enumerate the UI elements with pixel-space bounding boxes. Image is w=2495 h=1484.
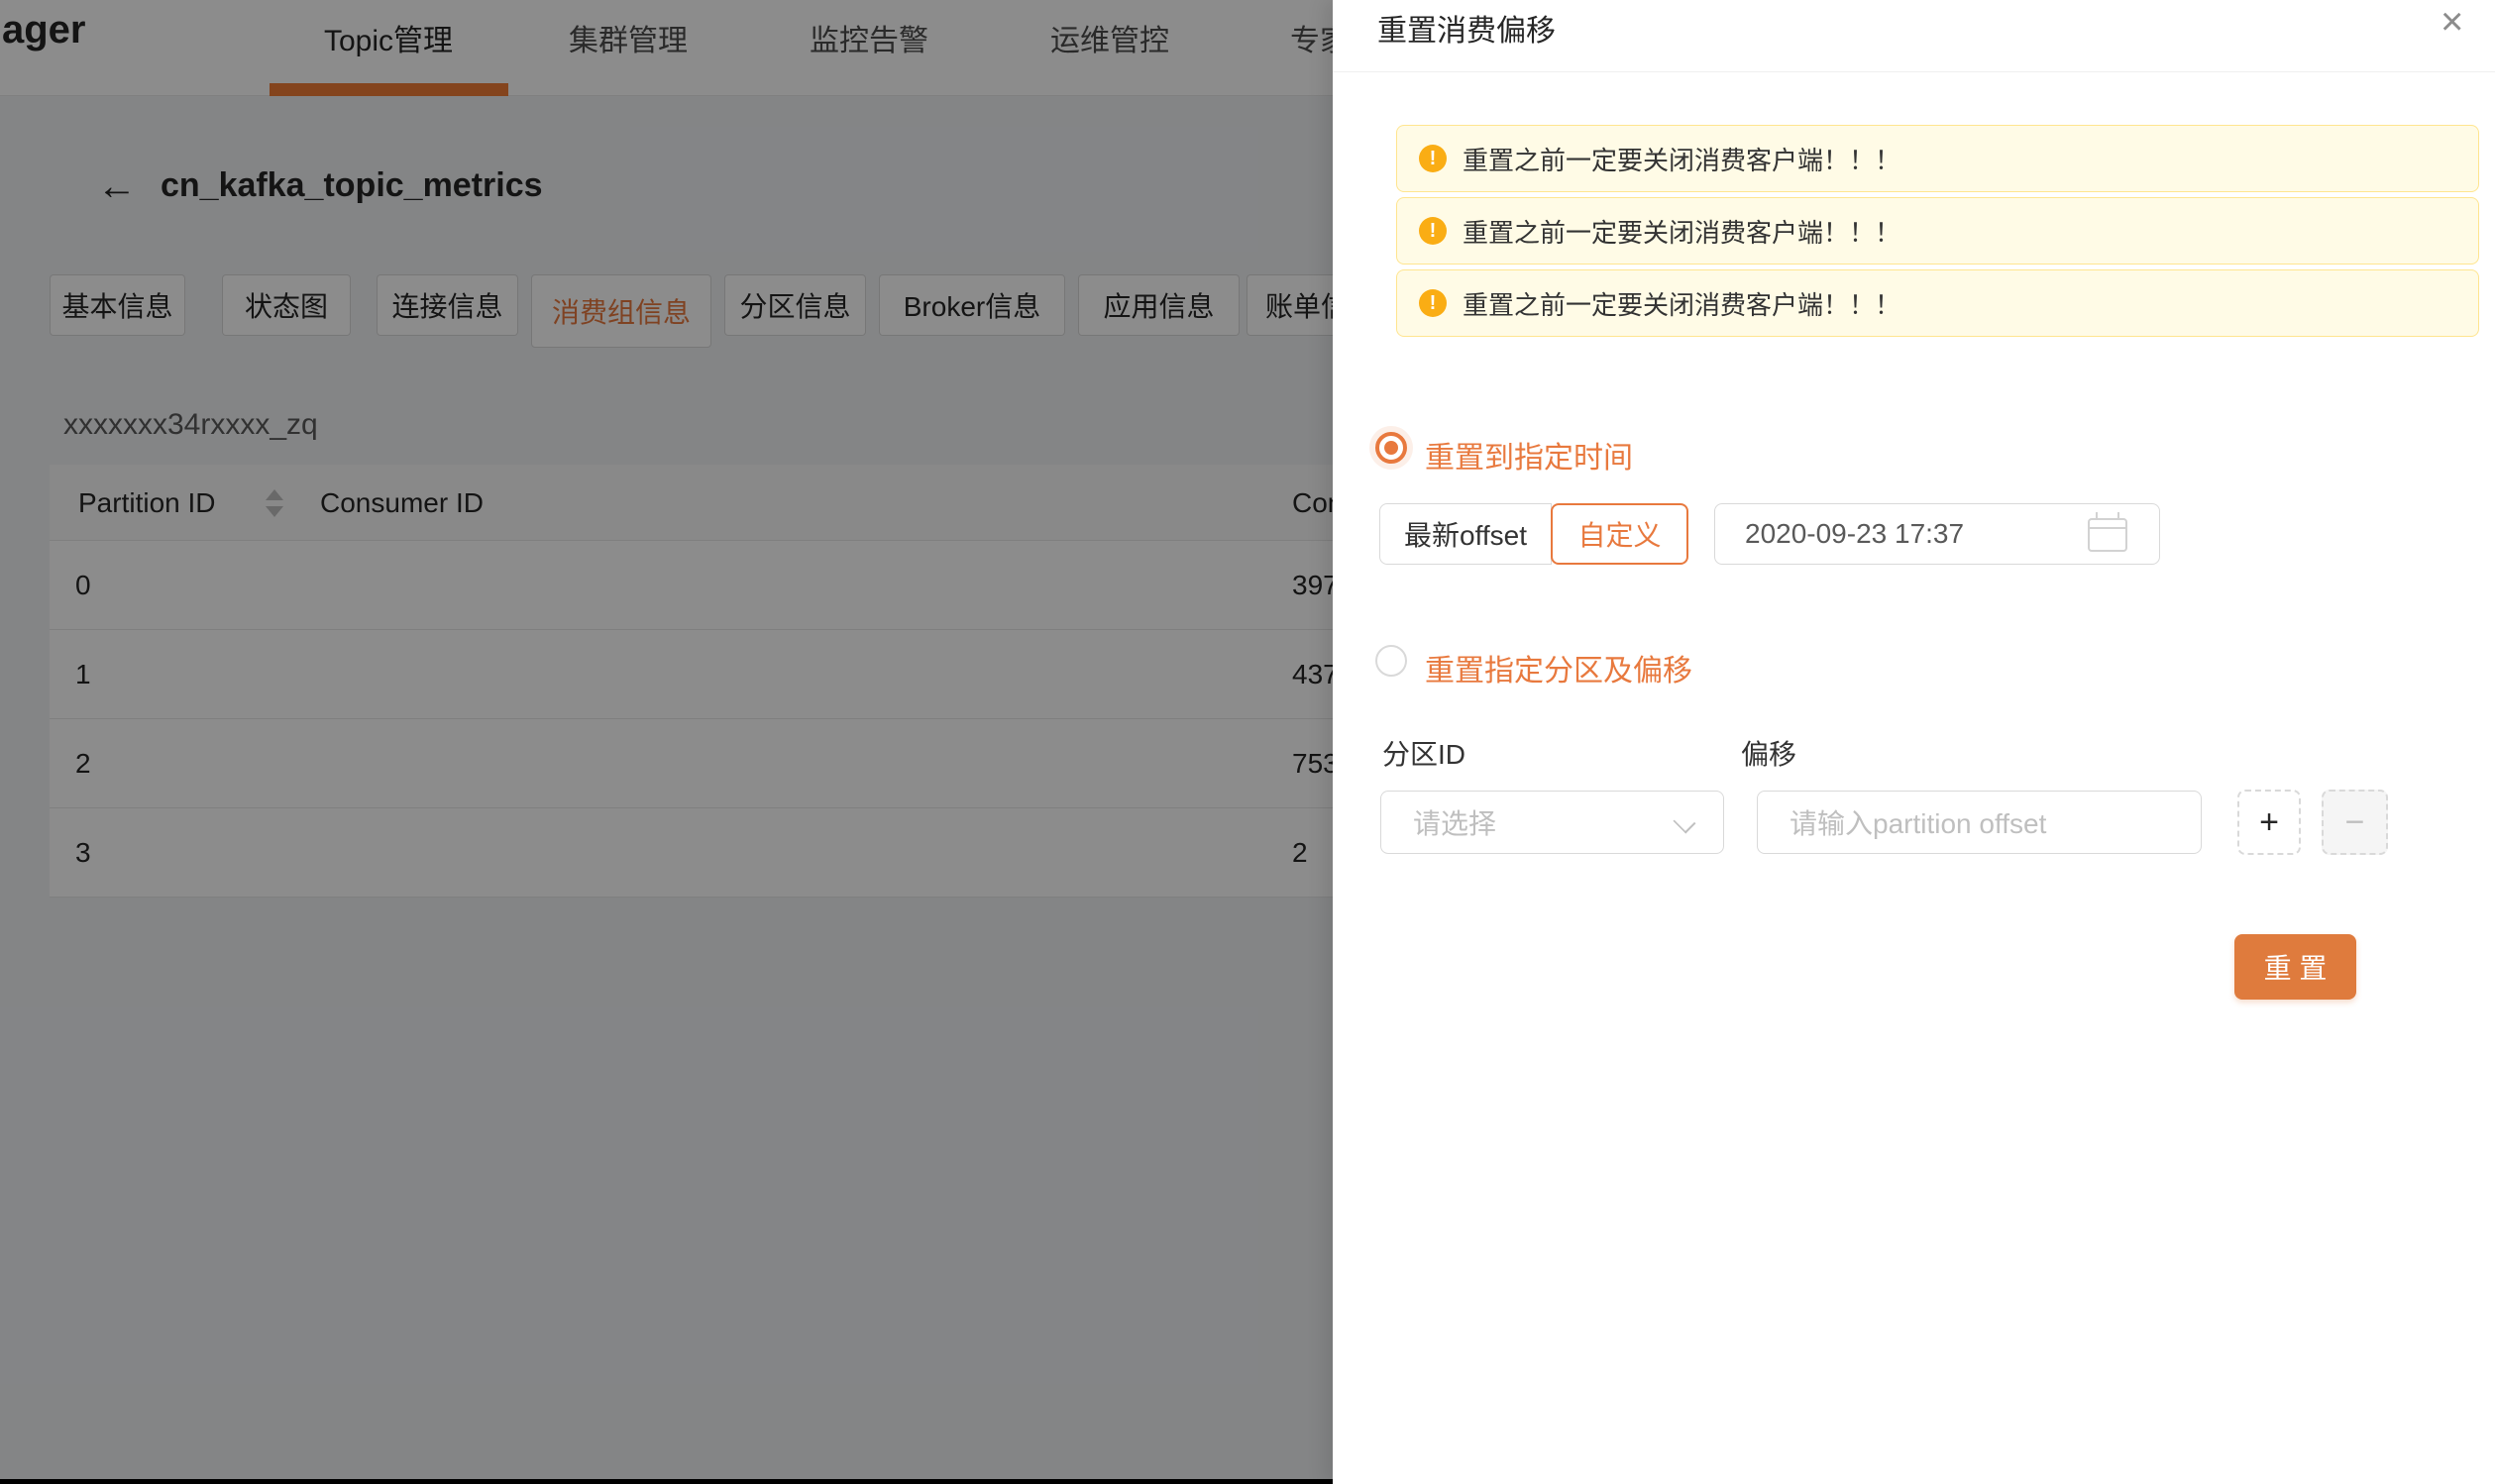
radio-reset-to-time[interactable] [1375, 432, 1407, 464]
warning-alert: ! 重置之前一定要关闭消费客户端！！！ [1396, 269, 2479, 337]
latest-offset-button[interactable]: 最新offset [1379, 503, 1552, 565]
drawer-header: 重置消费偏移 × [1333, 0, 2495, 72]
warning-text: 重置之前一定要关闭消费客户端！！！ [1463, 141, 1900, 177]
radio-label-reset-partition-offset[interactable]: 重置指定分区及偏移 [1425, 646, 1692, 689]
warning-icon: ! [1419, 217, 1447, 245]
warning-text: 重置之前一定要关闭消费客户端！！！ [1463, 285, 1900, 322]
warning-alert: ! 重置之前一定要关闭消费客户端！！！ [1396, 125, 2479, 192]
input-placeholder: 请输入partition offset [1790, 802, 2046, 842]
calendar-icon [2088, 518, 2127, 552]
warning-icon: ! [1419, 145, 1447, 172]
datetime-picker[interactable]: 2020-09-23 17:37 [1714, 503, 2160, 565]
warning-text: 重置之前一定要关闭消费客户端！！！ [1463, 213, 1900, 250]
radio-label-reset-to-time[interactable]: 重置到指定时间 [1425, 433, 1633, 477]
partition-id-label: 分区ID [1382, 733, 1465, 773]
partition-select[interactable]: 请选择 [1380, 791, 1724, 854]
warning-alert: ! 重置之前一定要关闭消费客户端！！！ [1396, 197, 2479, 265]
drawer-title: 重置消费偏移 [1377, 6, 1556, 50]
remove-row-button[interactable]: − [2322, 790, 2388, 855]
select-placeholder: 请选择 [1413, 802, 1496, 842]
offset-label: 偏移 [1741, 733, 1796, 773]
app-root: ager Topic管理 集群管理 监控告警 运维管控 专家 ← cn_kafk… [0, 0, 2495, 1484]
chevron-down-icon [1674, 811, 1696, 834]
warning-icon: ! [1419, 289, 1447, 317]
custom-button[interactable]: 自定义 [1551, 503, 1688, 565]
datetime-value: 2020-09-23 17:37 [1745, 518, 1964, 550]
add-row-button[interactable]: + [2237, 790, 2301, 855]
reset-submit-button[interactable]: 重 置 [2234, 934, 2356, 1000]
offset-input[interactable]: 请输入partition offset [1757, 791, 2202, 854]
reset-offset-drawer: 重置消费偏移 × ! 重置之前一定要关闭消费客户端！！！ ! 重置之前一定要关闭… [1333, 0, 2495, 1484]
close-icon[interactable]: × [2441, 2, 2463, 42]
radio-reset-partition-offset[interactable] [1375, 645, 1407, 677]
